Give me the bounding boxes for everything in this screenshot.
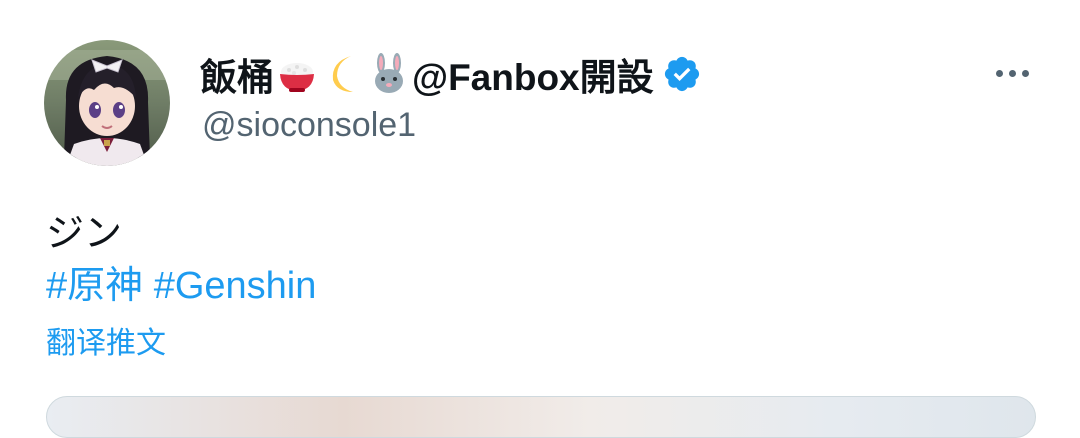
tweet-media-image[interactable] bbox=[46, 396, 1036, 438]
author-handle[interactable]: @sioconsole1 bbox=[202, 106, 416, 145]
author-name-row[interactable]: 飯桶 @Fanbox開設 bbox=[200, 48, 702, 100]
more-dot bbox=[1008, 69, 1016, 77]
rice-bowl-icon bbox=[275, 52, 319, 96]
author-avatar[interactable] bbox=[44, 40, 170, 166]
more-options-icon[interactable] bbox=[990, 58, 1034, 88]
more-dot bbox=[995, 69, 1003, 77]
hashtag-link[interactable]: #Genshin bbox=[154, 265, 317, 307]
verified-badge-icon bbox=[662, 54, 702, 94]
display-name-prefix: 飯桶 bbox=[200, 57, 274, 98]
tweet-text: ジン bbox=[46, 213, 123, 255]
tweet-hashtags: #原神 #Genshin bbox=[46, 260, 316, 312]
translate-tweet-link[interactable]: 翻译推文 bbox=[46, 324, 166, 364]
display-name-suffix: @Fanbox開設 bbox=[412, 57, 654, 98]
avatar-image bbox=[44, 40, 170, 166]
rabbit-icon bbox=[367, 52, 411, 96]
hashtag-link[interactable]: #原神 bbox=[46, 265, 143, 307]
crescent-moon-icon bbox=[321, 52, 365, 96]
more-dot bbox=[1021, 69, 1029, 77]
